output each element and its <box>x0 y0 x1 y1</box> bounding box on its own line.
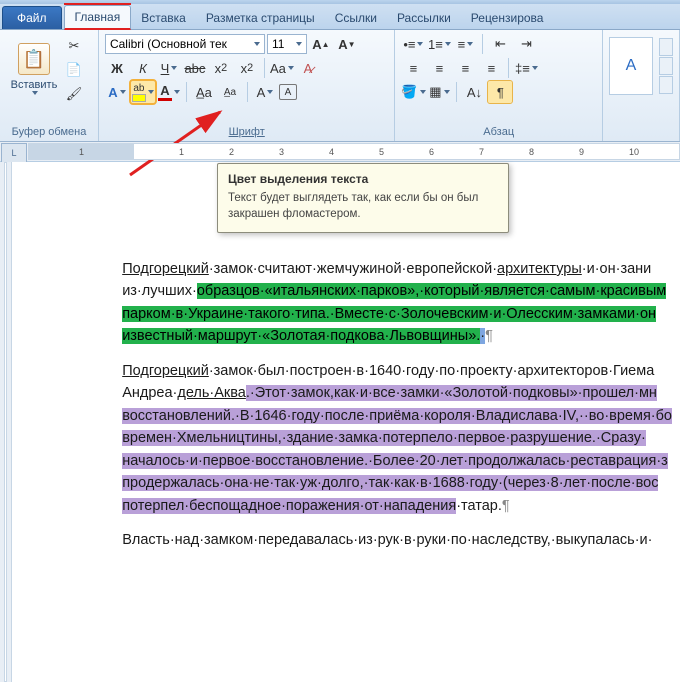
bullets-button[interactable]: •≡ <box>401 33 425 55</box>
tab-references[interactable]: Ссылки <box>325 7 387 29</box>
format-painter-button[interactable]: 🖌 <box>62 83 86 105</box>
numbering-button[interactable]: 1≡ <box>427 33 451 55</box>
group-paragraph-label: Абзац <box>401 124 596 141</box>
char-style-button[interactable]: A <box>253 81 277 103</box>
styles-down[interactable] <box>659 57 673 75</box>
group-font: Calibri (Основной тек 11 A▲ A▼ Ж К Ч abc… <box>99 30 395 141</box>
change-case-button[interactable]: Aa <box>270 57 294 79</box>
document-page[interactable]: Подгорецкий·замок·считают·жемчужиной·евр… <box>12 162 680 682</box>
tooltip-highlight-color: Цвет выделения текста Текст будет выгляд… <box>217 163 509 233</box>
clear-format-button[interactable]: A̷ <box>296 57 320 79</box>
horizontal-ruler: L 1 1 2 3 4 5 6 7 8 9 10 <box>0 142 680 162</box>
align-center-button[interactable]: ≡ <box>427 57 451 79</box>
font-name-combo[interactable]: Calibri (Основной тек <box>105 34 265 54</box>
tooltip-body: Текст будет выглядеть так, как если бы о… <box>228 191 498 222</box>
group-clipboard-label: Буфер обмена <box>6 124 92 141</box>
tab-selector[interactable]: L <box>1 143 27 163</box>
tab-insert[interactable]: Вставка <box>131 7 196 29</box>
tab-file[interactable]: Файл <box>2 6 62 29</box>
styles-up[interactable] <box>659 38 673 56</box>
shading-button[interactable]: 🪣 <box>401 81 425 103</box>
font-name-value: Calibri (Основной тек <box>110 37 227 51</box>
tab-mailings[interactable]: Рассылки <box>387 7 461 29</box>
align-left-button[interactable]: ≡ <box>401 57 425 79</box>
multilevel-button[interactable]: ≡ <box>453 33 477 55</box>
group-styles: A <box>603 30 680 141</box>
char-scale-button[interactable]: A̲a <box>192 81 216 103</box>
tab-review[interactable]: Рецензирова <box>461 7 554 29</box>
group-clipboard: 📋 Вставить ✂ 📄 🖌 Буфер обмена <box>0 30 99 141</box>
group-paragraph: •≡ 1≡ ≡ ⇤ ⇥ ≡ ≡ ≡ ≡ ‡≡ 🪣 ▦ A↓ ¶ <box>395 30 603 141</box>
styles-more[interactable] <box>659 76 673 94</box>
tab-home[interactable]: Главная <box>64 5 132 30</box>
superscript-button[interactable]: x2 <box>235 57 259 79</box>
paste-icon: 📋 <box>18 43 50 75</box>
subscript-button[interactable]: x2 <box>209 57 233 79</box>
char-shrink-button[interactable]: A̲a <box>218 81 242 103</box>
copy-button[interactable]: 📄 <box>62 59 86 81</box>
italic-button[interactable]: К <box>131 57 155 79</box>
text-highlight-button[interactable]: ab <box>131 81 155 103</box>
align-right-button[interactable]: ≡ <box>453 57 477 79</box>
justify-button[interactable]: ≡ <box>479 57 503 79</box>
para-3[interactable]: Власть·над·замком·передавалась·из·рук·в·… <box>122 529 672 551</box>
decrease-indent-button[interactable]: ⇤ <box>488 33 512 55</box>
paste-label: Вставить <box>11 79 58 91</box>
font-color-button[interactable]: A <box>157 81 181 103</box>
cut-button[interactable]: ✂ <box>62 35 86 57</box>
sort-button[interactable]: A↓ <box>462 81 486 103</box>
tab-layout[interactable]: Разметка страницы <box>196 7 325 29</box>
font-size-combo[interactable]: 11 <box>267 34 307 54</box>
show-marks-button[interactable]: ¶ <box>488 81 512 103</box>
para-2[interactable]: Подгорецкий·замок·был·построен·в·1640·го… <box>122 360 672 517</box>
tooltip-title: Цвет выделения текста <box>228 172 498 186</box>
ruler-scale[interactable]: 1 1 2 3 4 5 6 7 8 9 10 <box>28 143 680 160</box>
text-effects-button[interactable]: A <box>105 81 129 103</box>
para-1[interactable]: Подгорецкий·замок·считают·жемчужиной·евр… <box>122 258 672 348</box>
borders-button[interactable]: ▦ <box>427 81 451 103</box>
increase-indent-button[interactable]: ⇥ <box>514 33 538 55</box>
grow-font-button[interactable]: A▲ <box>309 33 333 55</box>
group-font-label: Шрифт <box>105 124 388 141</box>
char-border-button[interactable]: A <box>279 84 297 100</box>
ribbon-tabs: Файл Главная Вставка Разметка страницы С… <box>0 4 680 30</box>
style-thumb[interactable]: A <box>609 37 653 95</box>
font-size-value: 11 <box>272 37 284 51</box>
underline-button[interactable]: Ч <box>157 57 181 79</box>
line-spacing-button[interactable]: ‡≡ <box>514 57 538 79</box>
paste-button[interactable]: 📋 Вставить <box>6 33 62 105</box>
shrink-font-button[interactable]: A▼ <box>335 33 359 55</box>
bold-button[interactable]: Ж <box>105 57 129 79</box>
vertical-ruler[interactable] <box>0 162 12 682</box>
ribbon: 📋 Вставить ✂ 📄 🖌 Буфер обмена Calibri (О… <box>0 30 680 142</box>
strike-button[interactable]: abc <box>183 57 207 79</box>
